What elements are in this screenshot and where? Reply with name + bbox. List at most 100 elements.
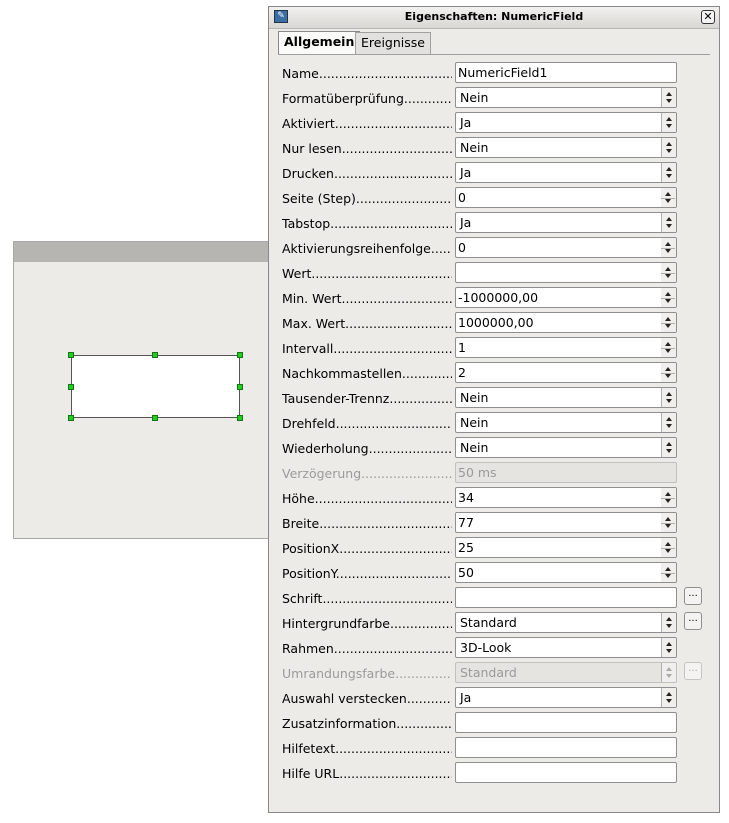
tab-ereignisse[interactable]: Ereignisse (355, 32, 431, 54)
numeric-field-control[interactable] (71, 355, 240, 418)
dropdown-arrows-icon[interactable] (661, 638, 676, 657)
selection-handle-middle-right[interactable] (237, 384, 243, 390)
selection-handle-top-left[interactable] (68, 352, 74, 358)
spin-arrows-icon[interactable] (661, 288, 676, 307)
property-value: Nein (460, 90, 489, 105)
dropdown-arrows-icon[interactable] (661, 613, 676, 632)
label-leader-dots: ........................................… (339, 541, 452, 556)
spin-arrows-icon[interactable] (661, 338, 676, 357)
dropdown-nur-lesen[interactable]: Nein (455, 137, 677, 158)
property-label: Umrandungsfarbe.........................… (282, 666, 452, 681)
spin-arrows-icon[interactable] (661, 263, 676, 282)
property-label: Wert....................................… (282, 266, 452, 281)
selection-handle-bottom-left[interactable] (68, 415, 74, 421)
label-leader-dots: ........................................… (334, 116, 452, 131)
spin-field-positiony[interactable]: 50 (455, 562, 677, 583)
property-label: Drucken.................................… (282, 166, 452, 181)
spin-field-min-wert[interactable]: -1000000,00 (455, 287, 677, 308)
spin-field-max-wert[interactable]: 1000000,00 (455, 312, 677, 333)
arrow-down-icon (666, 99, 672, 103)
property-row-hilfetext: Hilfetext...............................… (282, 737, 710, 759)
property-label-text: Verzögerung (282, 466, 362, 481)
text-field-zusatzinformation[interactable] (455, 712, 677, 733)
property-label-text: Seite (Step) (282, 191, 356, 206)
property-label-text: Min. Wert (282, 291, 342, 306)
arrow-down-icon (666, 424, 672, 428)
property-label: Name....................................… (282, 66, 452, 81)
label-leader-dots: ........................................… (403, 91, 452, 106)
spin-arrows-icon[interactable] (661, 188, 676, 207)
property-label: Wiederholung............................… (282, 441, 452, 456)
spin-arrows-icon[interactable] (661, 538, 676, 557)
arrow-up-icon (666, 667, 672, 671)
dropdown-arrows-icon[interactable] (661, 113, 676, 132)
property-row-tabstop: Tabstop.................................… (282, 212, 710, 234)
dropdown-formatuberprufung[interactable]: Nein (455, 87, 677, 108)
dropdown-arrows-icon[interactable] (661, 688, 676, 707)
dropdown-arrows-icon[interactable] (661, 138, 676, 157)
close-icon[interactable]: ✕ (701, 10, 715, 24)
dropdown-arrows-icon[interactable] (661, 163, 676, 182)
text-field-name[interactable]: NumericField1 (455, 62, 677, 83)
dropdown-tausender-trennz[interactable]: Nein (455, 387, 677, 408)
spin-field-positionx[interactable]: 25 (455, 537, 677, 558)
dropdown-drucken[interactable]: Ja (455, 162, 677, 183)
text-field-hilfe-url[interactable] (455, 762, 677, 783)
spin-field-aktivierungsreihenfolge[interactable]: 0 (455, 237, 677, 258)
spin-arrows-icon[interactable] (661, 488, 676, 507)
spin-field-hohe[interactable]: 34 (455, 487, 677, 508)
label-leader-dots: ........................................… (389, 391, 452, 406)
property-label: Intervall...............................… (282, 341, 452, 356)
property-label-text: Formatüberprüfung (282, 91, 404, 106)
property-label: Nachkommastellen........................… (282, 366, 452, 381)
property-label: Höhe....................................… (282, 491, 452, 506)
dropdown-arrows-icon[interactable] (661, 413, 676, 432)
spin-arrows-icon[interactable] (661, 363, 676, 382)
property-label-text: Tausender-Trennz (282, 391, 390, 406)
dropdown-hintergrundfarbe[interactable]: Standard (455, 612, 677, 633)
spin-field-intervall[interactable]: 1 (455, 337, 677, 358)
arrow-up-icon (665, 317, 671, 321)
selection-handle-bottom-middle[interactable] (152, 415, 158, 421)
property-label: Breite..................................… (282, 516, 452, 531)
dropdown-aktiviert[interactable]: Ja (455, 112, 677, 133)
dropdown-drehfeld[interactable]: Nein (455, 412, 677, 433)
spin-field-nachkommastellen[interactable]: 2 (455, 362, 677, 383)
spin-arrows-icon[interactable] (661, 238, 676, 257)
text-field-schrift[interactable] (455, 587, 677, 608)
selection-handle-bottom-right[interactable] (237, 415, 243, 421)
dropdown-arrows-icon[interactable] (661, 438, 676, 457)
text-field-hilfetext[interactable] (455, 737, 677, 758)
arrow-up-icon (665, 242, 671, 246)
dropdown-tabstop[interactable]: Ja (455, 212, 677, 233)
property-row-breite: Breite..................................… (282, 512, 710, 534)
dropdown-rahmen[interactable]: 3D-Look (455, 637, 677, 658)
dialog-titlebar[interactable]: ✎ Eigenschaften: NumericField ✕ (269, 7, 719, 29)
label-leader-dots: ........................................… (311, 266, 452, 281)
browse-button-schrift[interactable]: ... (684, 587, 702, 605)
browse-button-hintergrundfarbe[interactable]: ... (684, 612, 702, 630)
dropdown-wiederholung[interactable]: Nein (455, 437, 677, 458)
spin-arrows-icon[interactable] (661, 513, 676, 532)
tab-allgemein[interactable]: Allgemein (278, 31, 361, 55)
spin-field-wert[interactable] (455, 262, 677, 283)
property-label: Auswahl verstecken......................… (282, 691, 452, 706)
selection-handle-top-middle[interactable] (152, 352, 158, 358)
dropdown-arrows-icon[interactable] (661, 88, 676, 107)
property-row-intervall: Intervall...............................… (282, 337, 710, 359)
arrow-up-icon (666, 442, 672, 446)
dialog-title: Eigenschaften: NumericField (404, 10, 584, 23)
dropdown-auswahl-verstecken[interactable]: Ja (455, 687, 677, 708)
arrow-up-icon (665, 267, 671, 271)
selection-handle-top-right[interactable] (237, 352, 243, 358)
label-leader-dots: ........................................… (396, 716, 452, 731)
spin-arrows-icon[interactable] (661, 313, 676, 332)
spin-field-seite-step[interactable]: 0 (455, 187, 677, 208)
label-leader-dots: ........................................… (333, 166, 452, 181)
dropdown-arrows-icon[interactable] (661, 213, 676, 232)
selection-handle-middle-left[interactable] (68, 384, 74, 390)
property-label-text: Wiederholung (282, 441, 369, 456)
spin-arrows-icon[interactable] (661, 563, 676, 582)
spin-field-breite[interactable]: 77 (455, 512, 677, 533)
dropdown-arrows-icon[interactable] (661, 388, 676, 407)
